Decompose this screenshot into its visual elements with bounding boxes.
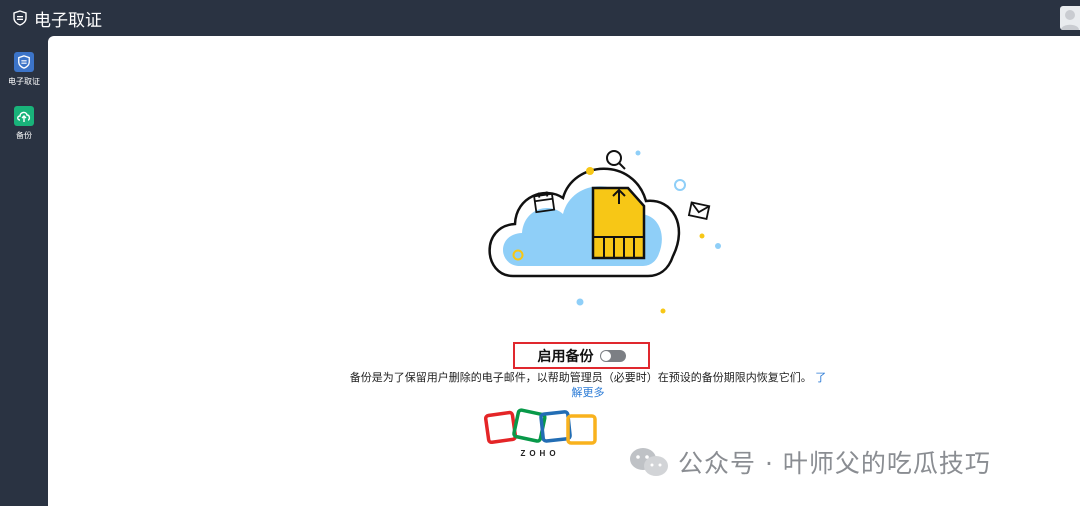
- sidebar-item-label: 电子取证: [8, 77, 40, 86]
- enable-backup-switch[interactable]: [599, 349, 626, 362]
- user-icon: [1061, 10, 1079, 30]
- backup-cloud-illustration: [488, 150, 721, 314]
- cloud-upload-icon: [14, 106, 34, 126]
- mail-icon: [687, 201, 711, 221]
- top-bar: 电子取证: [0, 0, 1080, 36]
- shield-icon: [13, 10, 27, 26]
- sidebar-item-backup[interactable]: 备份: [0, 106, 48, 141]
- switch-knob: [600, 350, 611, 361]
- zoho-logo: ZOHO: [484, 408, 597, 458]
- description-text: 备份是为了保留用户删除的电子邮件，以帮助管理员（必要时）在预设的备份期限内恢复它…: [349, 371, 812, 384]
- main-content: 启用备份 备份是为了保留用户删除的电子邮件，以帮助管理员（必要时）在预设的备份期…: [48, 36, 1080, 506]
- upload-card: [591, 186, 646, 260]
- backup-description: 备份是为了保留用户删除的电子邮件，以帮助管理员（必要时）在预设的备份期限内恢复它…: [338, 370, 838, 400]
- search-icon: [606, 150, 626, 170]
- enable-backup-toggle-row: 启用备份: [513, 342, 650, 369]
- enable-backup-label: 启用备份: [537, 348, 594, 365]
- watermark: 公众号 · 叶师父的吃瓜技巧: [628, 444, 991, 480]
- svg-text:ZOHO: ZOHO: [520, 449, 559, 458]
- sidebar-item-label: 备份: [16, 131, 32, 140]
- avatar[interactable]: [1060, 6, 1080, 30]
- app-title: 电子取证: [34, 10, 102, 31]
- wechat-icon: [630, 448, 668, 476]
- app-brand[interactable]: 电子取证: [12, 6, 102, 31]
- sidebar-item-ediscovery[interactable]: 电子取证: [0, 52, 48, 87]
- sidebar: 电子取证 备份: [0, 36, 48, 506]
- ediscovery-icon: [14, 52, 34, 72]
- watermark-text: 公众号 · 叶师父的吃瓜技巧: [678, 449, 991, 478]
